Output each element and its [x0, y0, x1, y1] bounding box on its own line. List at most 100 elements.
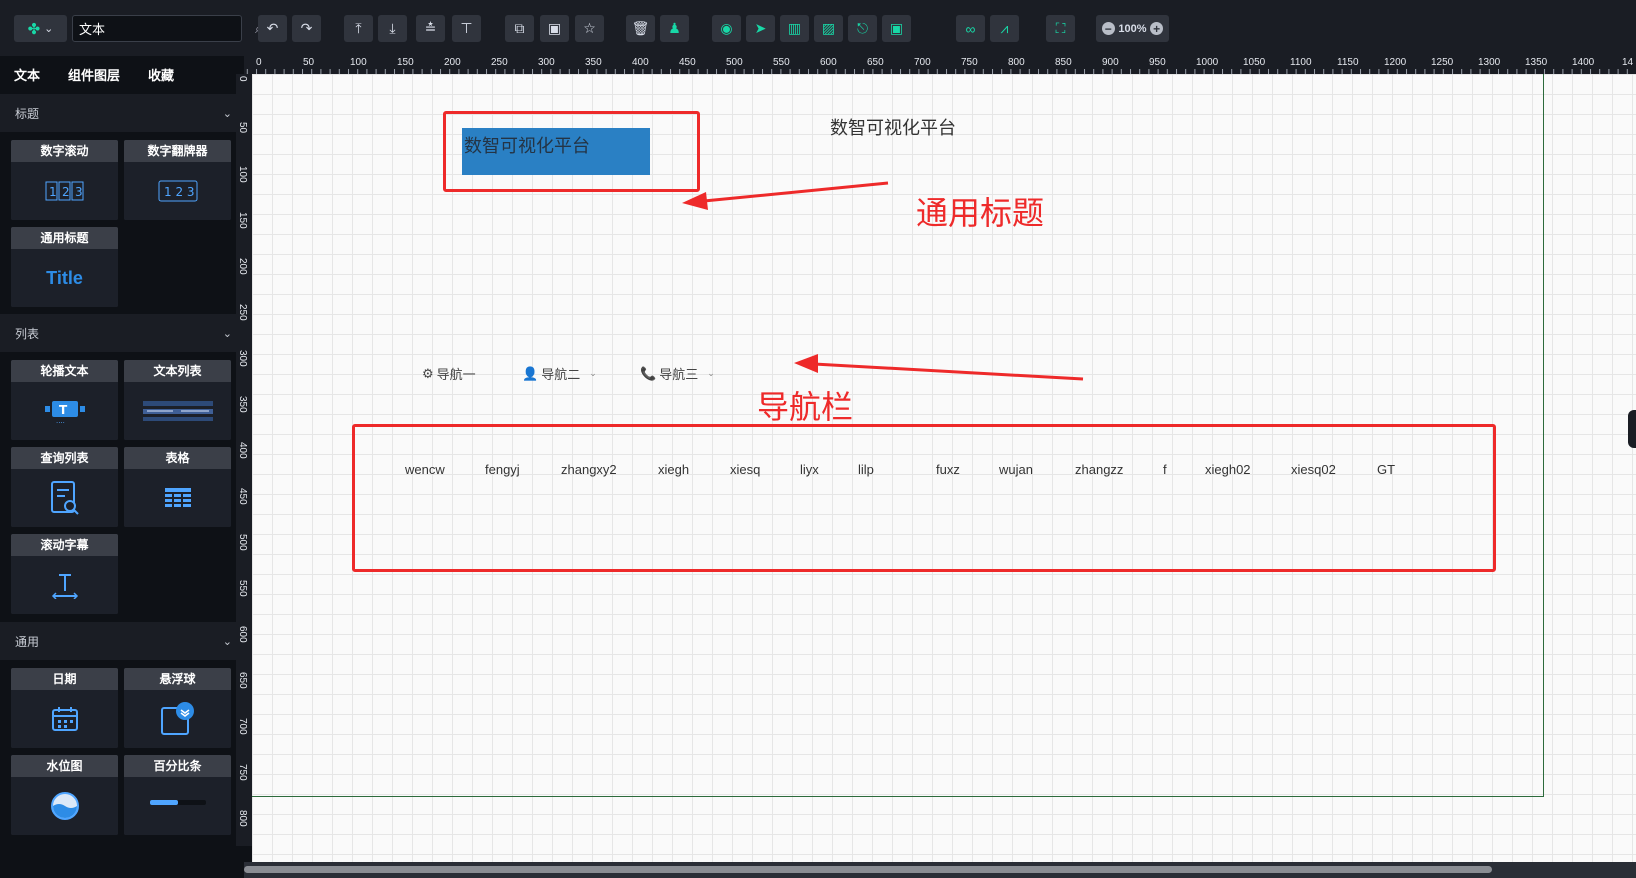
zoom-in-button[interactable]: +: [1150, 22, 1164, 35]
group-header-list[interactable]: 列表 ⌄: [0, 314, 244, 352]
chevron-down-icon: ⌄: [222, 635, 232, 648]
ruler-label: 450: [237, 488, 248, 505]
component-sidebar: 文本 组件图层 收藏 标题 ⌄ 数字滚动 123 数字翻牌器 1 2 3 通用标题…: [0, 56, 244, 878]
ruler-label: 250: [491, 57, 508, 68]
ruler-label: 750: [961, 57, 978, 68]
component-card-general-title[interactable]: 通用标题 Title: [11, 227, 118, 307]
chevron-down-icon: ⌄: [707, 368, 715, 378]
ruler-label: 1250: [1431, 57, 1454, 68]
send-icon: ➤: [754, 20, 767, 36]
component-card-date[interactable]: 日期: [11, 668, 118, 748]
list-item[interactable]: xiegh: [658, 462, 689, 477]
tab-text[interactable]: 文本: [0, 56, 55, 96]
paste-icon: ▣: [547, 20, 562, 36]
save-button[interactable]: ▣: [882, 15, 911, 42]
trash-icon: 🗑: [631, 20, 650, 36]
svg-text:T: T: [59, 403, 68, 417]
ruler-label: 1150: [1337, 57, 1359, 68]
list-item[interactable]: xiegh02: [1205, 462, 1251, 477]
component-card-floating-ball[interactable]: 悬浮球: [124, 668, 231, 748]
tab-favorites[interactable]: 收藏: [134, 56, 188, 96]
ruler-label: 0: [237, 76, 248, 82]
share-icon: ⎋: [856, 20, 869, 36]
undo-button[interactable]: ↶: [258, 15, 287, 42]
publish-button[interactable]: ➤: [746, 15, 775, 42]
list-item[interactable]: xiesq02: [1291, 462, 1336, 477]
group-header-title[interactable]: 标题 ⌄: [0, 94, 244, 132]
zoom-out-button[interactable]: −: [1101, 22, 1115, 35]
eye-icon: ◉: [720, 20, 733, 36]
move-to-top-button[interactable]: ⤒: [344, 15, 373, 42]
paste-button[interactable]: ▣: [540, 15, 569, 42]
component-card-query-list[interactable]: 查询列表: [11, 447, 118, 527]
component-search: ⌕: [72, 15, 262, 42]
ruler-label: 100: [350, 57, 367, 68]
chart-button[interactable]: ⩘: [990, 15, 1019, 42]
redo-button[interactable]: ↷: [292, 15, 321, 42]
star-icon: ☆: [583, 20, 596, 36]
group-title: 标题: [15, 106, 40, 121]
vertical-ruler: 0 50 100 150 200 250 300 350 400 450 500…: [236, 74, 252, 846]
list-item[interactable]: wujan: [999, 462, 1033, 477]
component-card-marquee[interactable]: 滚动字幕: [11, 534, 118, 614]
gear-icon: ⚙: [422, 365, 434, 381]
ruler-label: 1100: [1290, 57, 1312, 68]
favorite-button[interactable]: ☆: [575, 15, 604, 42]
list-item[interactable]: GT: [1377, 462, 1395, 477]
layout-button[interactable]: ▥: [780, 15, 809, 42]
query-list-icon: [50, 481, 79, 515]
nav-item-1[interactable]: ⚙ 导航一: [422, 364, 476, 383]
group-header-general[interactable]: 通用 ⌄: [0, 622, 244, 660]
list-item[interactable]: fengyj: [485, 462, 520, 477]
carousel-text-thumbnail: T....: [11, 382, 118, 440]
component-card-water-level[interactable]: 水位图: [11, 755, 118, 835]
list-item[interactable]: f: [1163, 462, 1167, 477]
list-item[interactable]: lilp: [858, 462, 874, 477]
component-card-carousel-text[interactable]: 轮播文本 T....: [11, 360, 118, 440]
card-label: 悬浮球: [124, 668, 231, 690]
svg-text:1 2 3: 1 2 3: [164, 185, 195, 199]
right-panel-toggle[interactable]: [1628, 410, 1636, 448]
list-item[interactable]: xiesq: [730, 462, 760, 477]
card-label: 表格: [124, 447, 231, 469]
nav-item-2[interactable]: 👤 导航二 ⌄: [522, 364, 597, 383]
image-button[interactable]: ▨: [814, 15, 843, 42]
horizontal-scrollbar[interactable]: [244, 862, 1636, 878]
copy-button[interactable]: ⧉: [505, 15, 534, 42]
copy-icon: ⧉: [514, 20, 525, 36]
component-menu-button[interactable]: ✤ ⌄: [14, 15, 67, 42]
list-item[interactable]: zhangzz: [1075, 462, 1123, 477]
undo-icon: ↶: [266, 20, 279, 36]
nav-item-3[interactable]: 📞 导航三 ⌄: [640, 364, 715, 383]
list-item[interactable]: zhangxy2: [561, 462, 617, 477]
share-button[interactable]: ⎋: [848, 15, 877, 42]
tab-layers[interactable]: 组件图层: [54, 56, 134, 96]
ruler-label: 850: [1055, 57, 1072, 68]
link-button[interactable]: ∞: [956, 15, 985, 42]
floating-ball-thumbnail: [124, 690, 231, 748]
title-component-plain[interactable]: 数智可视化平台: [830, 114, 956, 140]
component-card-number-flip[interactable]: 数字翻牌器 1 2 3: [124, 140, 231, 220]
ruler-label: 150: [237, 212, 248, 229]
list-item[interactable]: liyx: [800, 462, 819, 477]
number-flip-icon: 1 2 3: [158, 180, 197, 202]
component-card-text-list[interactable]: 文本列表: [124, 360, 231, 440]
component-card-table[interactable]: 表格: [124, 447, 231, 527]
delete-button[interactable]: 🗑: [626, 15, 655, 42]
scrollbar-thumb[interactable]: [244, 866, 1492, 873]
fullscreen-button[interactable]: ⛶: [1046, 15, 1075, 42]
search-input[interactable]: [79, 21, 255, 36]
move-to-bottom-button[interactable]: ⤓: [378, 15, 407, 42]
list-item[interactable]: wencw: [405, 462, 445, 477]
component-card-number-scroll[interactable]: 数字滚动 123: [11, 140, 118, 220]
ruler-label: 400: [632, 57, 649, 68]
align-center-button[interactable]: ≛: [416, 15, 445, 42]
brush-icon: ♟: [668, 20, 681, 36]
align-top-button[interactable]: ⊤: [452, 15, 481, 42]
clear-button[interactable]: ♟: [660, 15, 689, 42]
list-item[interactable]: fuxz: [936, 462, 960, 477]
chevron-down-icon: ⌄: [589, 368, 597, 378]
component-card-percent-bar[interactable]: 百分比条: [124, 755, 231, 835]
preview-button[interactable]: ◉: [712, 15, 741, 42]
align-center-icon: ≛: [424, 20, 437, 36]
